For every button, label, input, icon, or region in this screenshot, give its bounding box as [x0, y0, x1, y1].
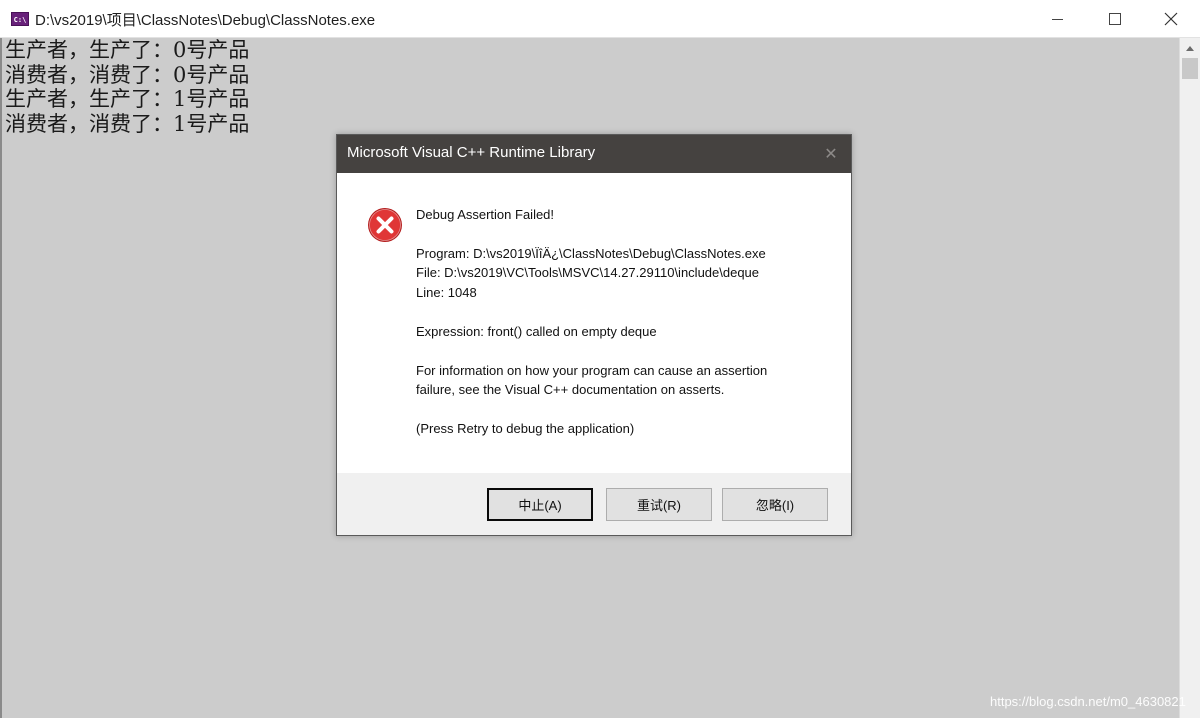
line-number: Line: 1048	[416, 285, 477, 300]
window-left-edge	[0, 38, 2, 718]
ignore-button[interactable]: 忽略(I)	[722, 488, 828, 521]
file-path: File: D:\vs2019\VC\Tools\MSVC\14.27.2911…	[416, 265, 760, 280]
close-icon	[1164, 12, 1178, 26]
minimize-button[interactable]	[1028, 0, 1086, 38]
retry-button[interactable]: 重试(R)	[606, 488, 712, 521]
console-line: 生产者，生产了：0号产品	[5, 38, 250, 62]
dialog-title: Microsoft Visual C++ Runtime Library	[347, 144, 596, 161]
scroll-up-arrow-icon	[1186, 45, 1194, 51]
info-text-line2: failure, see the Visual C++ documentatio…	[416, 382, 725, 397]
scroll-up-button[interactable]	[1180, 38, 1200, 58]
close-button[interactable]	[1142, 0, 1200, 38]
assertion-heading: Debug Assertion Failed!	[416, 207, 555, 222]
retry-hint: (Press Retry to debug the application)	[416, 421, 635, 436]
watermark-text: https://blog.csdn.net/m0_4630821	[990, 694, 1186, 709]
window-title: D:\vs2019\项目\ClassNotes\Debug\ClassNotes…	[35, 12, 376, 29]
maximize-button[interactable]	[1086, 0, 1144, 38]
abort-button[interactable]: 中止(A)	[487, 488, 593, 521]
maximize-icon	[1109, 13, 1121, 25]
console-line: 消费者，消费了：0号产品	[5, 62, 250, 87]
error-icon	[368, 208, 402, 242]
console-output: 生产者，生产了：0号产品 消费者，消费了：0号产品 生产者，生产了：1号产品 消…	[5, 38, 249, 136]
assertion-dialog: Microsoft Visual C++ Runtime Library ✕ D…	[336, 134, 852, 536]
console-line: 生产者，生产了：1号产品	[5, 87, 250, 111]
program-path: Program: D:\vs2019\ÏîÄ¿\ClassNotes\Debug…	[416, 246, 766, 261]
dialog-body: Debug Assertion Failed! Program: D:\vs20…	[337, 173, 851, 473]
vertical-scrollbar[interactable]	[1179, 38, 1200, 718]
console-app-icon: C:\	[11, 12, 29, 26]
scroll-thumb[interactable]	[1182, 58, 1198, 79]
assertion-expression: Expression: front() called on empty dequ…	[416, 324, 657, 339]
info-text-line1: For information on how your program can …	[416, 363, 768, 378]
dialog-titlebar[interactable]: Microsoft Visual C++ Runtime Library ✕	[337, 135, 851, 173]
minimize-icon	[1051, 18, 1063, 20]
dialog-button-bar: 中止(A) 重试(R) 忽略(I)	[337, 473, 851, 535]
window-titlebar[interactable]: C:\ D:\vs2019\项目\ClassNotes\Debug\ClassN…	[0, 0, 1200, 38]
dialog-close-icon[interactable]: ✕	[821, 144, 841, 164]
console-line: 消费者，消费了：1号产品	[5, 111, 250, 136]
